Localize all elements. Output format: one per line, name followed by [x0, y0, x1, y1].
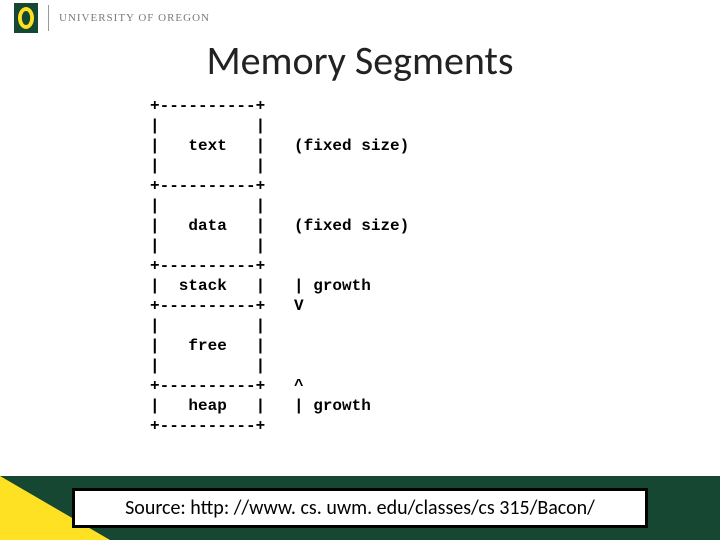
slide: UNIVERSITY OF OREGON Memory Segments +--…	[0, 0, 720, 540]
source-citation: Source: http: //www. cs. uwm. edu/classe…	[72, 488, 648, 528]
header-bar: UNIVERSITY OF OREGON	[0, 0, 720, 36]
memory-diagram: +----------+ | | | text | (fixed size) |…	[150, 96, 409, 436]
header-divider	[48, 5, 49, 31]
uo-logo-icon	[14, 3, 38, 33]
slide-title: Memory Segments	[0, 36, 720, 85]
source-text: Source: http: //www. cs. uwm. edu/classe…	[125, 496, 595, 520]
university-name: UNIVERSITY OF OREGON	[59, 12, 210, 24]
